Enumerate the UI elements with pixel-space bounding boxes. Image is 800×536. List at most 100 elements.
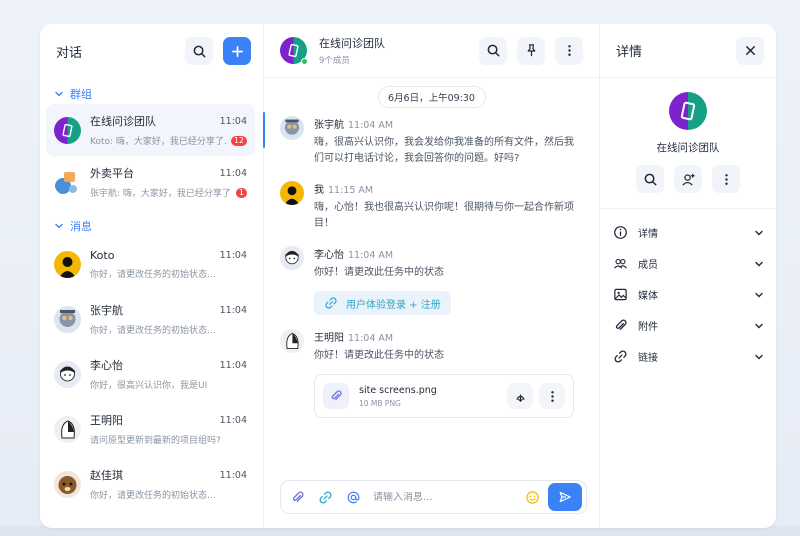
groups-section-toggle[interactable]: 群组 [40,84,263,104]
conversations-panel: 对话 群组 在线问诊团队 11:04 Koto: 嗨，大家好，我已经分享了… 1… [40,24,265,528]
message-time: 11:15 AM [328,185,374,196]
message-text: 嗨，很高兴认识你，我会发给你我准备的所有文件，然后我们可以打电话讨论，我会回答你… [314,137,574,164]
conversation-time: 11:04 [219,249,247,261]
pin-icon [527,44,535,57]
message-sender: 我 [314,185,324,196]
more-vertical-icon [550,390,554,402]
chat-search-button[interactable] [479,36,507,65]
conversation-item-zhang-yuhang[interactable]: 张宇航 11:04 你好，请更改任务的初始状态… [46,293,255,345]
paperclip-icon [331,390,342,401]
message-sender: 李心怡 [314,250,344,261]
avatar [54,305,81,333]
shared-link[interactable]: 用户体验登录 + 注册 [314,291,451,315]
plus-icon [231,45,243,57]
avatar [54,470,81,498]
unread-badge: 1 [235,187,247,198]
conversation-name: 李心怡 [90,359,123,372]
details-panel: 详情 在线问诊团队 详情 成员 媒体 附件 链接 [600,24,776,528]
add-member-button[interactable] [674,165,702,193]
groups-label: 群组 [70,88,92,101]
message-time: 11:04 AM [348,120,394,131]
conversation-item-wang-mingyang[interactable]: 王明阳 11:04 请问原型更新到最新的项目组吗? [46,403,255,455]
emoji-button[interactable] [524,489,540,505]
group-name: 在线问诊团队 [656,142,720,154]
avatar [54,415,81,443]
insert-link-button[interactable] [317,489,333,505]
group-summary: 在线问诊团队 [600,78,776,209]
conversation-name: 张宇航 [90,304,123,317]
send-button[interactable] [548,483,582,511]
message-sender: 王明阳 [314,333,344,344]
conversation-name: 赵佳琪 [90,469,123,482]
emoji-icon [525,490,539,504]
messages-section-toggle[interactable]: 消息 [40,216,263,236]
chat-header: 在线问诊团队 9个成员 [264,24,599,78]
conversation-time: 11:04 [219,115,247,127]
shared-link-label: 用户体验登录 + 注册 [346,299,441,311]
conversation-preview: 张宇航: 嗨，大家好，我已经分享了… [90,189,232,199]
unread-badge: 12 [230,135,247,146]
add-user-icon [681,173,695,186]
section-label: 附件 [638,322,658,333]
chat-app-window: 对话 群组 在线问诊团队 11:04 Koto: 嗨，大家好，我已经分享了… 1… [40,24,776,528]
conversation-item-group-food-delivery[interactable]: 外卖平台 11:04 张宇航: 嗨，大家好，我已经分享了… 1 [46,156,255,208]
download-icon [516,394,524,402]
attach-button[interactable] [289,489,305,505]
message-composer [280,480,587,514]
details-section-links[interactable]: 链接 [600,341,776,372]
conversation-item-group-online-consult[interactable]: 在线问诊团队 11:04 Koto: 嗨，大家好，我已经分享了… 12 [46,104,265,156]
image-icon [613,288,627,301]
close-icon [745,46,755,55]
conversation-time: 11:04 [219,469,247,481]
at-icon [347,491,359,503]
group-more-button[interactable] [712,165,740,193]
section-label: 链接 [638,353,658,364]
message-text: 你好！请更改此任务中的状态 [314,350,444,361]
section-label: 媒体 [638,291,658,302]
conversation-time: 11:04 [219,167,247,179]
file-more-button[interactable] [539,383,565,409]
pin-button[interactable] [517,36,545,65]
new-conversation-button[interactable] [223,37,251,65]
chevron-down-icon [755,354,763,359]
chevron-down-icon [755,292,763,297]
conversation-time: 11:04 [219,304,247,316]
paperclip-icon [615,319,626,330]
conversations-header: 对话 [40,24,263,78]
details-section-members[interactable]: 成员 [600,248,776,279]
download-button[interactable] [507,383,533,409]
message-text: 你好！请更改此任务中的状态 [314,267,444,278]
conversation-time: 11:04 [219,359,247,371]
section-label: 详情 [638,229,658,240]
message-text: 嗨，心怡！我也很高兴认识你呢！很期待与你一起合作新项目！ [314,202,574,229]
message-input[interactable] [373,491,524,503]
conversation-item-zhao-jiaqi[interactable]: 赵佳琪 11:04 你好，请更改任务的初始状态… [46,458,255,510]
close-details-button[interactable] [736,36,764,65]
mention-button[interactable] [345,489,361,505]
chat-more-button[interactable] [555,36,583,65]
message-time: 11:04 AM [348,333,394,344]
section-label: 成员 [638,260,658,271]
details-section-info[interactable]: 详情 [600,217,776,248]
avatar [280,246,304,270]
info-icon [613,226,627,239]
more-vertical-icon [567,45,571,56]
members-icon [613,258,627,269]
conversations-title: 对话 [56,45,83,61]
chevron-down-icon [55,223,63,229]
conversation-name: Koto [90,248,115,262]
file-attachment[interactable]: site screens.png 10 MB PNG [314,374,574,418]
details-section-media[interactable]: 媒体 [600,279,776,310]
conversation-item-li-xinyi[interactable]: 李心怡 11:04 你好，很高兴认识你，我是UI [46,348,255,400]
message: 李心怡 11:04 AM 你好！请更改此任务中的状态 用户体验登录 + 注册 [280,246,583,315]
details-section-attachments[interactable]: 附件 [600,310,776,341]
group-search-button[interactable] [636,165,664,193]
conversation-item-koto[interactable]: Koto 11:04 你好，请更改任务的初始状态… [46,238,255,290]
chat-member-count: 9个成员 [319,56,350,66]
date-divider: 6月6日，上午09:30 [377,86,486,108]
group-avatar-large [669,92,707,130]
search-button[interactable] [185,37,213,65]
group-avatar [54,168,81,196]
file-size: 10 MB PNG [359,398,401,408]
conversation-preview: Koto: 嗨，大家好，我已经分享了… [90,137,227,147]
